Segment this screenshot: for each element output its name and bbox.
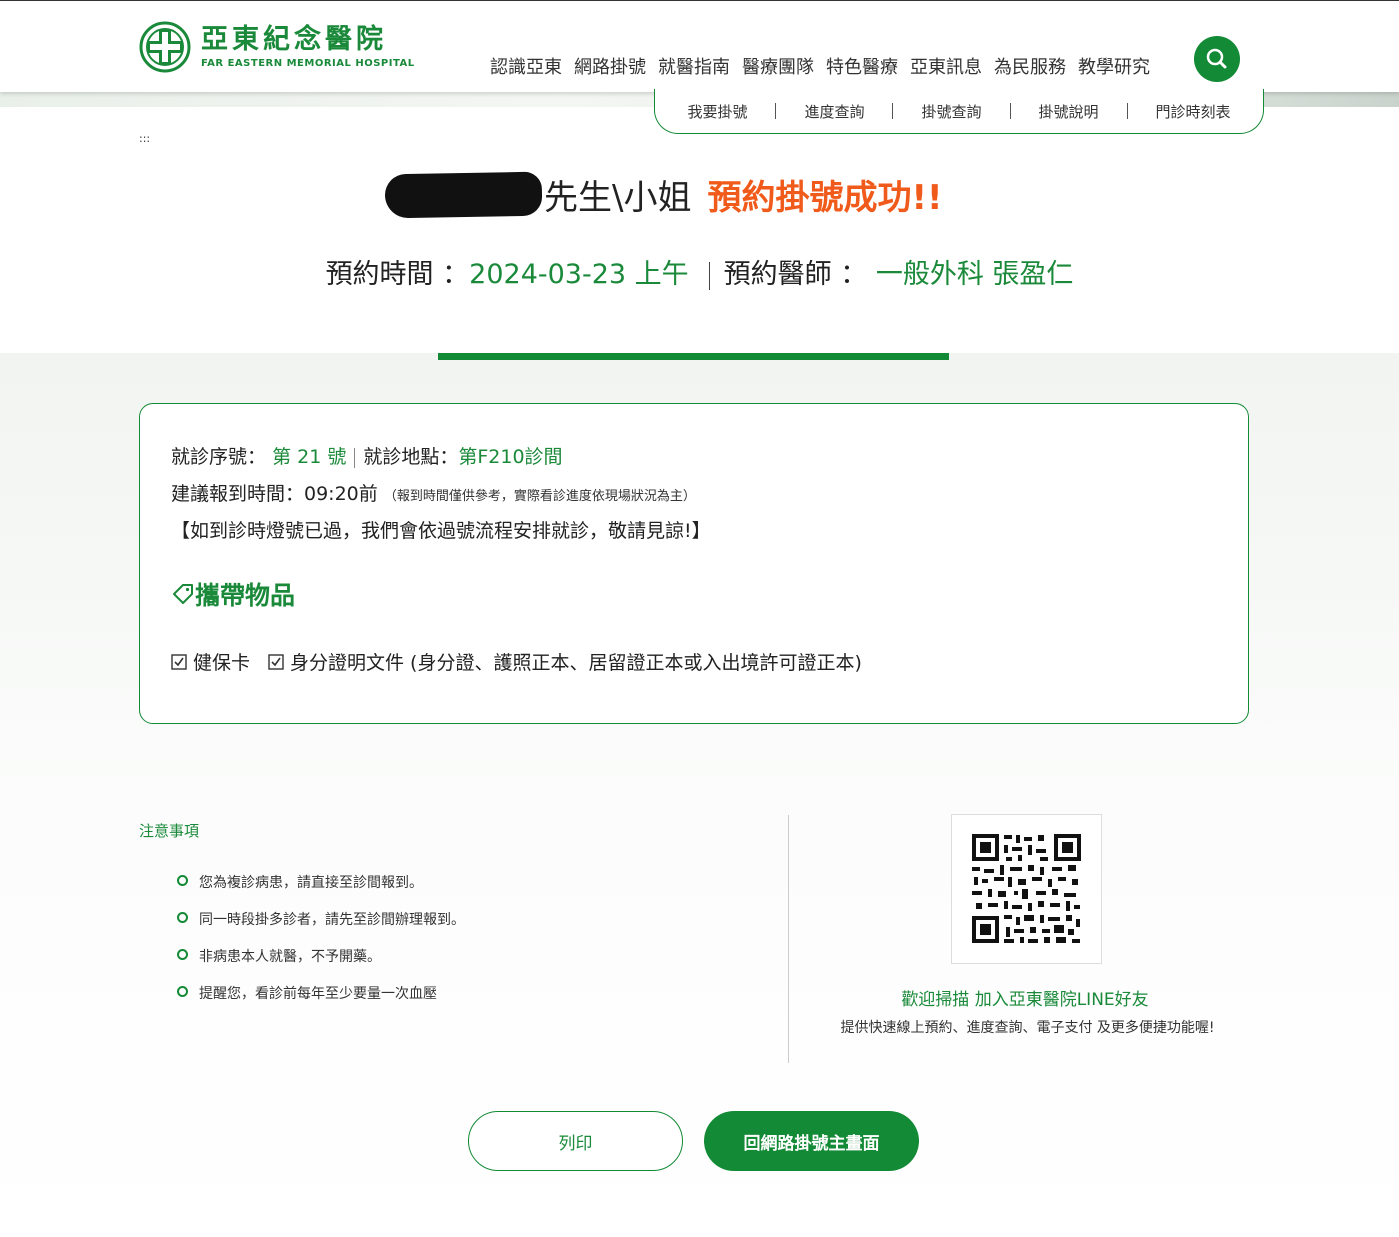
items-title: 攜帶物品: [195, 581, 296, 610]
time-value: 2024-03-23 上午: [469, 259, 689, 290]
seq-label: 就診序號：: [171, 446, 267, 468]
registration-subnav: 我要掛號 進度查詢 掛號查詢 掛號說明 門診時刻表: [654, 89, 1264, 134]
subnav-schedule[interactable]: 門診時刻表: [1128, 101, 1259, 122]
notes-title: 注意事項: [139, 822, 200, 840]
subnav-instructions[interactable]: 掛號說明: [1011, 101, 1127, 122]
nav-about[interactable]: 認識亞東: [490, 53, 562, 79]
list-item: 提醒您，看診前每年至少要量一次血壓: [177, 983, 465, 1020]
bullet-icon: [177, 912, 188, 923]
visit-number-location: 就診序號： 第 21 號就診地點：第F210診間: [171, 442, 563, 469]
items-heading: 攜帶物品: [171, 576, 295, 612]
back-to-registration-button[interactable]: 回網路掛號主畫面: [704, 1111, 919, 1171]
nav-medical-team[interactable]: 醫療團隊: [742, 53, 814, 79]
print-button[interactable]: 列印: [468, 1111, 683, 1171]
success-headline: 先生\小姐 預約掛號成功!!: [384, 170, 943, 219]
report-time-note: （報到時間僅供參考，實際看診進度依現場狀況為主）: [383, 489, 696, 504]
salutation: 先生\小姐: [544, 178, 692, 218]
redacted-patient-name: [384, 171, 543, 218]
subnav-query[interactable]: 掛號查詢: [893, 101, 1009, 122]
nav-research[interactable]: 教學研究: [1078, 53, 1150, 79]
nav-special-care[interactable]: 特色醫療: [826, 53, 898, 79]
checkbox-checked-icon: [171, 653, 187, 670]
line-qr-code: [951, 814, 1102, 964]
appointment-detail-card: 就診序號： 第 21 號就診地點：第F210診間 建議報到時間：09:20前 （…: [139, 403, 1249, 724]
line-qr-caption: 歡迎掃描 加入亞東醫院LINE好友: [901, 990, 1149, 1010]
location-label: 就診地點：: [363, 446, 459, 468]
item-id-document: 身分證明文件 (身分證、護照正本、居留證正本或入出境許可證正本): [268, 648, 862, 675]
time-label: 預約時間 ：: [325, 259, 470, 290]
search-icon: [1206, 48, 1227, 69]
list-item: 非病患本人就醫，不予開藥。: [177, 946, 465, 983]
item-label: 身分證明文件 (身分證、護照正本、居留證正本或入出境許可證正本): [290, 652, 862, 674]
subnav-register[interactable]: 我要掛號: [659, 101, 775, 122]
divider: [708, 261, 710, 290]
tag-icon: [173, 584, 193, 604]
notes-list: 您為複診病患，請直接至診間報到。 同一時段掛多診者，請先至診間辦理報到。 非病患…: [177, 872, 465, 1020]
list-item: 同一時段掛多診者，請先至診間辦理報到。: [177, 909, 465, 946]
success-message: 預約掛號成功!!: [707, 178, 943, 218]
accent-bar: [438, 353, 949, 360]
line-qr-subtext: 提供快速線上預約、進度查詢、電子支付 及更多便捷功能喔!: [840, 1020, 1215, 1036]
bullet-icon: [177, 949, 188, 960]
doctor-value: 一般外科 張盈仁: [875, 259, 1074, 290]
report-time-label: 建議報到時間：09:20前: [171, 483, 378, 505]
appointment-summary: 預約時間 ：2024-03-23 上午 預約醫師 ： 一般外科 張盈仁: [0, 252, 1399, 291]
report-time: 建議報到時間：09:20前 （報到時間僅供參考，實際看診進度依現場狀況為主）: [171, 479, 696, 506]
main-nav: 認識亞東 網路掛號 就醫指南 醫療團隊 特色醫療 亞東訊息 為民服務 教學研究: [484, 53, 1156, 79]
nav-public-service[interactable]: 為民服務: [994, 53, 1066, 79]
checkbox-checked-icon: [268, 653, 284, 670]
nav-medical-guide[interactable]: 就醫指南: [658, 53, 730, 79]
list-item: 您為複診病患，請直接至診間報到。: [177, 872, 465, 909]
doctor-label: 預約醫師 ：: [723, 259, 868, 290]
nav-online-registration[interactable]: 網路掛號: [574, 53, 646, 79]
bullet-icon: [177, 986, 188, 997]
hospital-logo[interactable]: 亞東紀念醫院 FAR EASTERN MEMORIAL HOSPITAL: [139, 21, 415, 73]
hospital-cross-icon: [139, 21, 191, 73]
logo-chinese: 亞東紀念醫院: [201, 24, 387, 55]
subnav-progress[interactable]: 進度查詢: [776, 101, 892, 122]
location-value: 第F210診間: [458, 446, 563, 468]
accesskey-anchor[interactable]: :::: [139, 132, 150, 145]
site-header: 亞東紀念醫院 FAR EASTERN MEMORIAL HOSPITAL 認識亞…: [0, 0, 1399, 92]
late-notice: 【如到診時燈號已過，我們會依過號流程安排就診，敬請見諒!】: [171, 520, 711, 542]
logo-english: FAR EASTERN MEMORIAL HOSPITAL: [201, 58, 415, 69]
divider: [354, 447, 356, 468]
seq-value: 第 21 號: [272, 446, 347, 468]
item-label: 健保卡: [193, 652, 251, 674]
bullet-icon: [177, 875, 188, 886]
item-health-card: 健保卡: [171, 648, 250, 675]
items-list: 健保卡 身分證明文件 (身分證、護照正本、居留證正本或入出境許可證正本): [171, 648, 880, 675]
nav-news[interactable]: 亞東訊息: [910, 53, 982, 79]
search-button[interactable]: [1194, 36, 1240, 82]
qr-code-icon: [972, 834, 1081, 943]
